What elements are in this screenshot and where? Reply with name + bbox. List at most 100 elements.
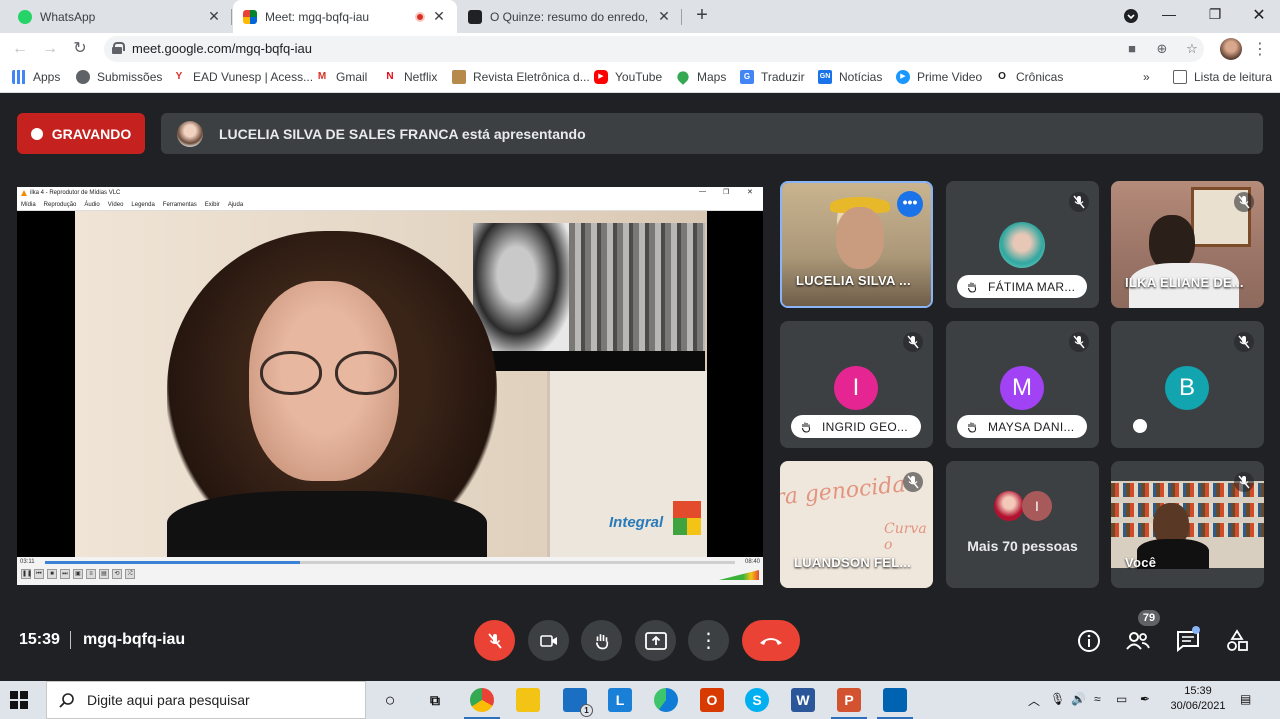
back-icon[interactable]: ← <box>10 39 30 59</box>
vlc-pause-icon: ❚❚ <box>21 569 33 579</box>
activities-button[interactable] <box>1223 627 1251 655</box>
taskbar-search-box[interactable]: Digite aqui para pesquisar <box>46 681 366 719</box>
camera-in-use-icon[interactable]: ■ <box>1124 41 1140 56</box>
tab-search-icon[interactable] <box>1121 8 1141 27</box>
participant-tile-b[interactable]: B <box>1111 321 1264 448</box>
windows-start-icon[interactable] <box>10 691 28 709</box>
presenting-text: LUCELIA SILVA DE SALES FRANCA está apres… <box>219 125 586 142</box>
bookmarks-overflow-icon[interactable]: » <box>1143 70 1150 84</box>
revista-icon <box>452 70 466 84</box>
zoom-icon[interactable]: ⊕ <box>1154 41 1170 57</box>
page-icon <box>468 9 482 24</box>
bookmark-ead-vunesp[interactable]: Y EAD Vunesp | Acess... <box>172 70 313 84</box>
cortana-icon[interactable]: ○ <box>378 688 402 712</box>
toggle-camera-button[interactable] <box>528 620 569 661</box>
bookmark-prime-video[interactable]: ▶ Prime Video <box>896 70 982 84</box>
bookmark-youtube[interactable]: ▶ YouTube <box>594 70 662 84</box>
tab-meet[interactable]: Meet: mgq-bqfq-iau ✕ <box>233 0 457 33</box>
volume-icon[interactable]: 🔊 <box>1071 692 1086 706</box>
new-tab-icon[interactable]: + <box>690 4 714 27</box>
meeting-code: mgq-bqfq-iau <box>83 631 186 648</box>
close-tab-icon[interactable]: ✕ <box>656 8 672 25</box>
bookmark-label: Traduzir <box>761 70 805 84</box>
reading-list[interactable]: Lista de leitura <box>1173 70 1272 84</box>
battery-icon[interactable]: ▭ <box>1116 692 1127 706</box>
task-view-icon[interactable]: ⧉ <box>423 688 447 712</box>
office-icon[interactable]: O <box>700 688 724 712</box>
word-icon[interactable]: W <box>791 688 815 712</box>
participant-tile-lucelia[interactable]: ••• LUCELIA SILVA ... <box>780 181 933 308</box>
bookmark-label: Maps <box>697 70 727 84</box>
participant-tile-fatima[interactable]: FÁTIMA MAR... <box>946 181 1099 308</box>
close-tab-icon[interactable]: ✕ <box>206 8 222 25</box>
bookmark-label: Notícias <box>839 70 883 84</box>
participant-tile-luandson[interactable]: ra genocida Curva o LUANDSON FEL... <box>780 461 933 588</box>
bookmark-cronicas[interactable]: O Crônicas <box>995 70 1063 84</box>
participant-tile-maysa[interactable]: M MAYSA DANI... <box>946 321 1099 448</box>
self-view-tile[interactable]: Você <box>1111 461 1264 588</box>
bookmark-star-icon[interactable]: ☆ <box>1184 41 1200 57</box>
show-everyone-button[interactable] <box>1124 627 1152 655</box>
chrome-menu-icon[interactable]: ⋮ <box>1252 39 1268 59</box>
mic-off-icon <box>903 472 923 492</box>
profile-avatar[interactable] <box>1220 38 1242 60</box>
vlc-loop-icon: ⟲ <box>112 569 122 579</box>
wifi-icon[interactable]: ≈ <box>1094 692 1101 706</box>
globe-icon <box>76 70 90 84</box>
tab-o-quinze[interactable]: O Quinze: resumo do enredo, pe ✕ <box>458 0 682 33</box>
recording-button[interactable]: GRAVANDO <box>17 113 145 154</box>
recording-label: GRAVANDO <box>51 125 132 142</box>
mic-off-icon <box>903 332 923 352</box>
bookmark-noticias[interactable]: GN Notícias <box>818 70 882 84</box>
powerpoint-icon[interactable]: P <box>831 688 867 719</box>
leave-call-button[interactable] <box>742 620 800 661</box>
toggle-mic-button[interactable] <box>474 620 515 661</box>
shared-screen: ilka 4 - Reprodutor de Mídias VLC — ❐ ✕ … <box>17 187 763 585</box>
skype-icon[interactable]: S <box>745 688 769 712</box>
address-bar[interactable]: meet.google.com/mgq-bqfq-iau ■ ⊕ ☆ <box>104 36 1204 62</box>
minimize-icon[interactable]: — <box>1159 6 1179 22</box>
chrome-taskbar-icon[interactable] <box>464 688 500 719</box>
tab-title: WhatsApp <box>40 9 96 24</box>
more-options-button[interactable]: ⋮ <box>688 620 729 661</box>
hang-up-icon <box>760 637 782 645</box>
close-window-icon[interactable]: ✕ <box>1249 5 1269 25</box>
microphone-tray-icon[interactable]: 🎙 <box>1050 692 1065 706</box>
taskbar-clock[interactable]: 15:39 30/06/2021 <box>1166 684 1230 714</box>
bookmark-label: Gmail <box>336 70 368 84</box>
mail-icon[interactable]: 1 <box>563 688 593 717</box>
forward-icon[interactable]: → <box>40 39 60 59</box>
vlc-close-icon: ✕ <box>747 189 753 196</box>
glasses-left <box>260 351 322 395</box>
present-screen-button[interactable] <box>635 620 676 661</box>
mic-off-icon <box>1069 192 1089 212</box>
tab-whatsapp[interactable]: WhatsApp ✕ <box>8 0 232 33</box>
show-hidden-icons[interactable]: ︿ <box>1028 692 1040 709</box>
raise-hand-button[interactable] <box>581 620 622 661</box>
more-participants-tile[interactable]: I Mais 70 pessoas <box>946 461 1099 588</box>
file-explorer-icon[interactable] <box>516 688 540 712</box>
photos-icon[interactable] <box>877 688 913 719</box>
edge-icon[interactable] <box>654 688 678 712</box>
pen-icon[interactable]: ✒ <box>1140 692 1150 706</box>
vlc-frame-icon: ▤ <box>99 569 109 579</box>
cronicas-icon: O <box>998 71 1006 82</box>
bookmark-maps[interactable]: Maps <box>675 69 727 85</box>
bookmark-gmail[interactable]: M Gmail <box>315 70 368 84</box>
bookmark-netflix[interactable]: N Netflix <box>383 70 437 84</box>
participant-tile-ingrid[interactable]: I INGRID GEO... <box>780 321 933 448</box>
video-handwriting: Curva o <box>884 521 927 553</box>
bookmark-revista[interactable]: Revista Eletrônica d... <box>452 70 590 84</box>
bookmark-apps[interactable]: Apps <box>12 70 60 84</box>
bookmark-traduzir[interactable]: G Traduzir <box>740 70 805 84</box>
notifications-icon[interactable]: ▤ <box>1240 692 1251 706</box>
reload-icon[interactable]: ↻ <box>70 39 90 59</box>
vlc-cone-icon <box>21 190 27 196</box>
participant-name: ILKA ELIANE DE... <box>1125 275 1244 290</box>
maximize-icon[interactable]: ❐ <box>1205 6 1225 23</box>
bookmark-submissoes[interactable]: Submissões <box>76 70 162 84</box>
participant-tile-ilka[interactable]: ILKA ELIANE DE... <box>1111 181 1264 308</box>
meeting-details-button[interactable] <box>1075 627 1103 655</box>
lexia-app-icon[interactable]: L <box>608 688 632 712</box>
close-tab-icon[interactable]: ✕ <box>431 8 447 25</box>
